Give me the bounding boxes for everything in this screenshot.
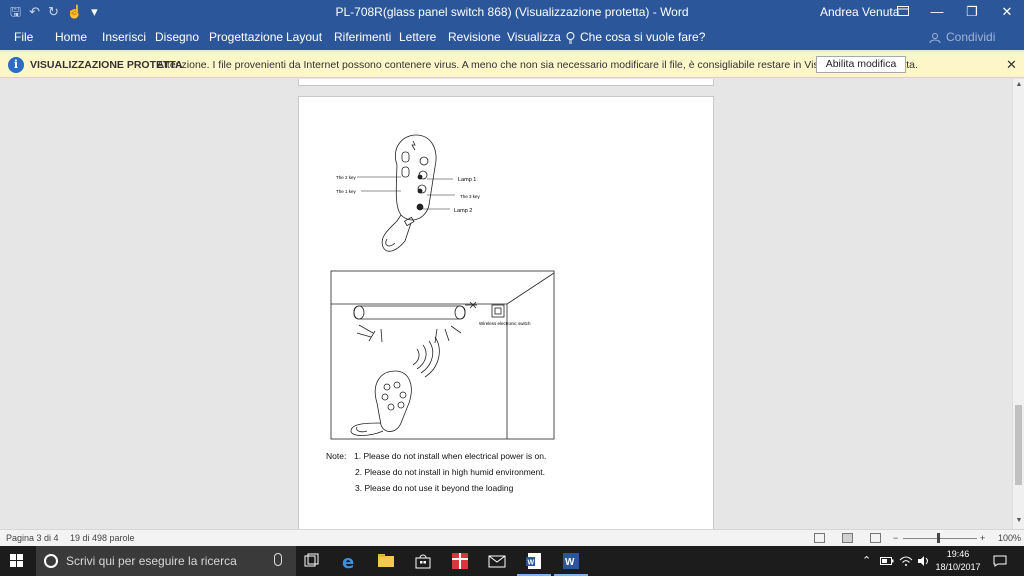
protected-view-message: Attenzione. I file provenienti da Intern… [157,59,918,71]
search-input[interactable]: Scrivi qui per eseguire la ricerca [66,546,237,576]
volume-icon[interactable] [917,546,929,576]
close-button[interactable]: ✕ [990,0,1024,24]
title-bar: 🖫 ↶ ↻ ☝ ▾ PL-708R(glass panel switch 868… [0,0,1024,24]
file-explorer-icon[interactable] [375,550,397,572]
lightbulb-icon[interactable] [566,24,575,50]
close-icon[interactable]: ✕ [1006,52,1017,78]
tab-file[interactable]: File [14,24,33,50]
minimize-button[interactable]: — [920,0,954,24]
enable-editing-button[interactable]: Abilita modifica [816,56,906,73]
edge-icon[interactable]: e [339,550,361,573]
store-icon[interactable] [412,550,434,572]
gift-app-icon[interactable] [449,550,471,572]
battery-icon[interactable] [880,546,894,576]
tab-insert[interactable]: Inserisci [102,24,146,50]
task-view-icon[interactable] [301,550,323,572]
share-button[interactable]: Condividi [946,24,995,50]
scroll-up-icon[interactable]: ▲ [1013,81,1024,88]
zoom-in-button[interactable]: + [980,530,985,546]
clock-date: 18/10/2017 [935,562,981,572]
tab-review[interactable]: Revisione [448,24,501,50]
label-lamp2: Lamp 2 [454,208,472,214]
svg-text:W: W [565,557,575,568]
tab-references[interactable]: Riferimenti [334,24,391,50]
room-diagram [330,270,555,440]
word-app-icon[interactable]: W [554,550,588,576]
taskbar-clock[interactable]: 19:46 18/10/2017 [932,548,984,574]
previous-page [298,79,714,86]
tab-mailings[interactable]: Lettere [399,24,436,50]
tab-home[interactable]: Home [55,24,87,50]
scroll-thumb[interactable] [1015,405,1022,485]
svg-text:e: e [342,552,354,572]
print-layout-icon[interactable] [842,533,853,543]
note-item: 2. Please do not install in high humid e… [355,467,545,477]
vertical-scrollbar[interactable]: ▲ ▼ [1012,79,1024,529]
zoom-level[interactable]: 100% [998,530,1021,546]
status-bar: Pagina 3 di 4 19 di 498 parole − + 100% [0,529,1024,546]
tab-design[interactable]: Progettazione [209,24,283,50]
svg-text:W: W [528,560,535,567]
remote-diagram: The 2 key The 1 key Lamp 1 The 3 key Lam… [330,134,555,440]
word-document-icon[interactable]: W [517,550,551,576]
chevron-up-icon[interactable]: ⌃ [862,546,871,576]
note-label: Note: [326,451,347,461]
tab-layout[interactable]: Layout [286,24,322,50]
clock-time: 19:46 [946,549,970,559]
label-wireless-switch: Wireless electronic switch [479,321,531,326]
info-icon: i [8,57,24,73]
tell-me-input[interactable]: Che cosa si vuole fare? [580,24,705,50]
zoom-slider-thumb[interactable] [937,533,940,543]
note-item: 3. Please do not use it beyond the loadi… [355,483,514,493]
label-key1: The 1 key [336,189,357,194]
read-mode-icon[interactable] [814,533,825,543]
page-count[interactable]: Pagina 3 di 4 [6,530,59,546]
ribbon-display-options-icon[interactable] [886,0,920,24]
zoom-out-button[interactable]: − [893,530,898,546]
taskbar-search[interactable]: Scrivi qui per eseguire la ricerca [36,546,296,576]
remote-leader-lines [357,176,455,210]
microphone-icon[interactable] [274,553,282,566]
tab-draw[interactable]: Disegno [155,24,199,50]
mail-icon[interactable] [486,550,508,572]
label-key2: The 2 key [336,175,357,180]
wifi-icon[interactable] [899,546,913,576]
label-lamp1: Lamp 1 [458,177,476,183]
remote-control-drawing [381,134,437,252]
zoom-slider[interactable] [903,538,977,539]
word-count[interactable]: 19 di 498 parole [70,530,135,546]
windows-start-icon[interactable] [10,554,24,568]
share-icon[interactable] [929,24,941,50]
tab-view[interactable]: Visualizza [507,24,561,50]
taskbar: Scrivi qui per eseguire la ricerca e W W… [0,546,1024,576]
scroll-down-icon[interactable]: ▼ [1013,517,1024,524]
document-area[interactable]: The 2 key The 1 key Lamp 1 The 3 key Lam… [0,79,1012,529]
document-page[interactable]: The 2 key The 1 key Lamp 1 The 3 key Lam… [298,96,714,529]
web-layout-icon[interactable] [870,533,881,543]
restore-button[interactable]: ❐ [955,0,989,24]
ribbon-tabs: File Home Inserisci Disegno Progettazion… [0,24,1024,50]
cortana-icon[interactable] [44,554,58,568]
label-key3: The 3 key [460,194,481,199]
notification-icon[interactable] [993,546,1007,576]
note-item: 1. Please do not install when electrical… [354,451,547,461]
protected-view-bar: i VISUALIZZAZIONE PROTETTA Attenzione. I… [0,52,1024,78]
